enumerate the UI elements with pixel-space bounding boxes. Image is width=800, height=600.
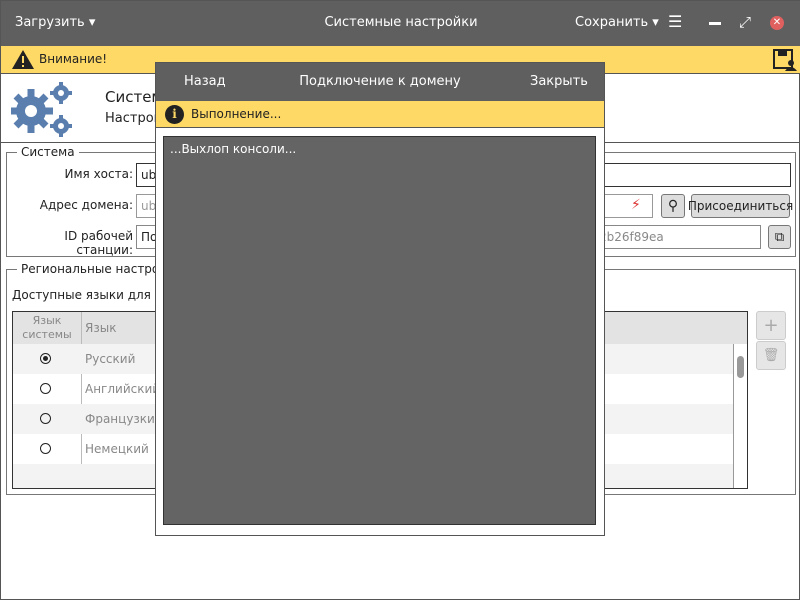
language-name: Английский xyxy=(85,382,161,396)
scrollbar-thumb[interactable] xyxy=(737,356,744,378)
language-name: Немецкий xyxy=(85,442,149,456)
back-button[interactable]: Назад xyxy=(184,74,226,89)
available-languages-label: Доступные языки для си xyxy=(12,288,170,302)
dialog-header: Назад Подключение к домену Закрыть xyxy=(156,63,604,101)
save-user-icon[interactable] xyxy=(773,49,797,71)
trash-icon: 🗑 xyxy=(762,348,780,363)
status-text: Выполнение... xyxy=(191,107,282,121)
radio[interactable] xyxy=(40,383,51,394)
caret-down-icon: ▾ xyxy=(652,15,659,30)
console-text: ...Выхлоп консоли... xyxy=(170,142,297,156)
wsid-value-end: 2b26f89ea xyxy=(599,230,664,244)
join-button[interactable]: Присоединиться xyxy=(688,194,793,218)
delete-language-button[interactable]: 🗑 xyxy=(756,341,786,370)
hamburger-menu-icon[interactable]: ☰ xyxy=(668,14,682,30)
maximize-icon[interactable]: ⤢ xyxy=(739,13,751,31)
system-legend: Система xyxy=(17,145,79,159)
save-label: Сохранить xyxy=(575,15,649,30)
caret-down-icon: ▾ xyxy=(88,15,96,30)
status-bar: i Выполнение... xyxy=(156,101,604,128)
warning-text: Внимание! xyxy=(39,52,108,66)
column-header-language: Язык xyxy=(85,321,117,335)
close-icon[interactable]: ✕ xyxy=(770,16,784,30)
title-bar: Загрузить ▾ Системные настройки Сохранит… xyxy=(1,1,800,46)
domain-join-dialog: Назад Подключение к домену Закрыть i Вып… xyxy=(155,62,605,536)
language-name: Французкий xyxy=(85,412,163,426)
close-button[interactable]: Закрыть xyxy=(530,74,588,89)
plug-disconnected-icon: ⚡ xyxy=(631,197,641,213)
language-name: Русский xyxy=(85,352,136,366)
minimize-icon[interactable] xyxy=(709,22,721,25)
regional-legend: Региональные настрой xyxy=(17,262,172,276)
load-menu[interactable]: Загрузить ▾ xyxy=(15,15,95,30)
domain-label: Адрес домена: xyxy=(39,198,133,212)
column-header-system-language: Язык системы xyxy=(22,314,72,341)
search-button[interactable]: ⚲ xyxy=(661,194,685,218)
page-subtitle: Настрой xyxy=(105,111,163,126)
copy-icon: ⧉ xyxy=(774,229,785,245)
radio[interactable] xyxy=(40,413,51,424)
radio[interactable] xyxy=(40,443,51,454)
search-icon: ⚲ xyxy=(667,198,679,214)
scrollbar[interactable] xyxy=(733,344,747,488)
info-icon: i xyxy=(165,105,184,124)
load-label: Загрузить xyxy=(15,15,85,30)
copy-button[interactable]: ⧉ xyxy=(768,225,791,249)
add-language-button[interactable]: + xyxy=(756,311,786,340)
console-output[interactable]: ...Выхлоп консоли... xyxy=(163,136,596,525)
plus-icon: + xyxy=(763,315,779,336)
radio-selected[interactable] xyxy=(40,353,51,364)
warning-icon xyxy=(12,50,34,69)
gears-icon xyxy=(11,82,72,137)
wsid-label: ID рабочей станции: xyxy=(64,229,133,257)
hostname-label: Имя хоста: xyxy=(64,167,134,181)
save-menu[interactable]: Сохранить ▾ xyxy=(575,15,659,30)
